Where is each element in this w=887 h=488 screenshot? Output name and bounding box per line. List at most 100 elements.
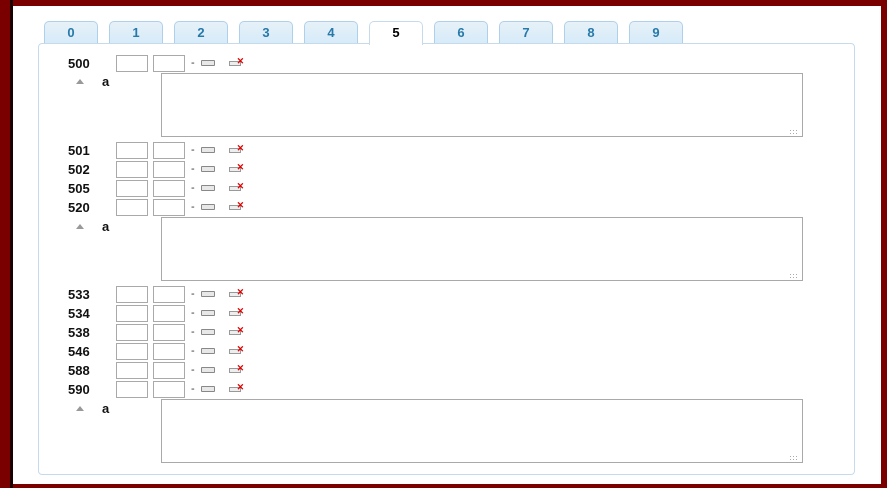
tab-5[interactable]: 5 [369, 21, 423, 45]
indicator-2-input[interactable] [153, 323, 185, 341]
subfield-value-590a[interactable] [161, 399, 803, 463]
delete-field-icon[interactable] [228, 287, 245, 299]
indicator-1-input[interactable] [116, 304, 148, 322]
indicator-2-input[interactable] [153, 160, 185, 178]
subfield-value-500a[interactable] [161, 73, 803, 137]
tab-1[interactable]: 1 [109, 21, 163, 43]
indicator-separator: - [191, 364, 195, 376]
indicator-1-input[interactable] [116, 54, 148, 72]
edit-field-icon[interactable] [200, 366, 215, 374]
field-row-546: 546 - [68, 342, 245, 360]
edit-field-icon[interactable] [200, 309, 215, 317]
field-tag: 538 [68, 324, 90, 340]
edit-field-icon[interactable] [200, 203, 215, 211]
window-frame-top [13, 0, 887, 6]
field-tag: 588 [68, 362, 90, 378]
tab-4[interactable]: 4 [304, 21, 358, 43]
tab-bar: 0 1 2 3 4 5 6 7 8 9 [44, 21, 694, 45]
window-frame-bottom [13, 484, 887, 488]
field-tag: 534 [68, 305, 90, 321]
subfield-row-500a: a [76, 73, 109, 89]
window-frame-right [881, 0, 887, 488]
subfield-code: a [102, 73, 110, 89]
resize-grip-icon[interactable] [789, 455, 797, 461]
field-row-500: 500 - [68, 54, 245, 72]
indicator-1-input[interactable] [116, 141, 148, 159]
tab-9[interactable]: 9 [629, 21, 683, 43]
tab-3[interactable]: 3 [239, 21, 293, 43]
resize-grip-icon[interactable] [789, 129, 797, 135]
tab-2[interactable]: 2 [174, 21, 228, 43]
delete-field-icon[interactable] [228, 306, 245, 318]
indicator-2-input[interactable] [153, 304, 185, 322]
indicator-2-input[interactable] [153, 179, 185, 197]
indicator-1-input[interactable] [116, 342, 148, 360]
tab-8[interactable]: 8 [564, 21, 618, 43]
collapse-arrow-icon[interactable] [76, 223, 84, 229]
edit-field-icon[interactable] [200, 165, 215, 173]
edit-field-icon[interactable] [200, 184, 215, 192]
indicator-separator: - [191, 57, 195, 69]
edit-field-icon[interactable] [200, 385, 215, 393]
edit-field-icon[interactable] [200, 146, 215, 154]
indicator-2-input[interactable] [153, 141, 185, 159]
tab-6[interactable]: 6 [434, 21, 488, 43]
resize-grip-icon[interactable] [789, 273, 797, 279]
indicator-separator: - [191, 144, 195, 156]
delete-field-icon[interactable] [228, 344, 245, 356]
delete-field-icon[interactable] [228, 56, 245, 68]
indicator-separator: - [191, 307, 195, 319]
delete-field-icon[interactable] [228, 382, 245, 394]
edit-field-icon[interactable] [200, 59, 215, 67]
tab-7[interactable]: 7 [499, 21, 553, 43]
field-row-502: 502 - [68, 160, 245, 178]
edit-field-icon[interactable] [200, 328, 215, 336]
delete-field-icon[interactable] [228, 162, 245, 174]
indicator-separator: - [191, 345, 195, 357]
collapse-arrow-icon[interactable] [76, 405, 84, 411]
field-tag: 500 [68, 55, 90, 71]
indicator-1-input[interactable] [116, 198, 148, 216]
indicator-1-input[interactable] [116, 285, 148, 303]
indicator-separator: - [191, 288, 195, 300]
indicator-separator: - [191, 163, 195, 175]
field-row-538: 538 - [68, 323, 245, 341]
indicator-1-input[interactable] [116, 380, 148, 398]
indicator-2-input[interactable] [153, 54, 185, 72]
window-frame-left [0, 0, 13, 488]
field-tag: 533 [68, 286, 90, 302]
field-tag: 520 [68, 199, 90, 215]
indicator-1-input[interactable] [116, 160, 148, 178]
tab-0[interactable]: 0 [44, 21, 98, 43]
delete-field-icon[interactable] [228, 325, 245, 337]
field-row-588: 588 - [68, 361, 245, 379]
edit-field-icon[interactable] [200, 290, 215, 298]
field-tag: 590 [68, 381, 90, 397]
indicator-separator: - [191, 383, 195, 395]
collapse-arrow-icon[interactable] [76, 78, 84, 84]
indicator-1-input[interactable] [116, 179, 148, 197]
indicator-2-input[interactable] [153, 285, 185, 303]
delete-field-icon[interactable] [228, 363, 245, 375]
subfield-value-520a[interactable] [161, 217, 803, 281]
field-row-501: 501 - [68, 141, 245, 159]
delete-field-icon[interactable] [228, 181, 245, 193]
indicator-2-input[interactable] [153, 361, 185, 379]
indicator-separator: - [191, 182, 195, 194]
field-row-533: 533 - [68, 285, 245, 303]
delete-field-icon[interactable] [228, 143, 245, 155]
field-row-590: 590 - [68, 380, 245, 398]
indicator-2-input[interactable] [153, 198, 185, 216]
indicator-2-input[interactable] [153, 342, 185, 360]
indicator-2-input[interactable] [153, 380, 185, 398]
subfield-row-520a: a [76, 218, 109, 234]
indicator-1-input[interactable] [116, 361, 148, 379]
field-row-505: 505 - [68, 179, 245, 197]
subfield-row-590a: a [76, 400, 109, 416]
edit-field-icon[interactable] [200, 347, 215, 355]
indicator-1-input[interactable] [116, 323, 148, 341]
indicator-separator: - [191, 201, 195, 213]
subfield-code: a [102, 218, 110, 234]
delete-field-icon[interactable] [228, 200, 245, 212]
field-tag: 546 [68, 343, 90, 359]
